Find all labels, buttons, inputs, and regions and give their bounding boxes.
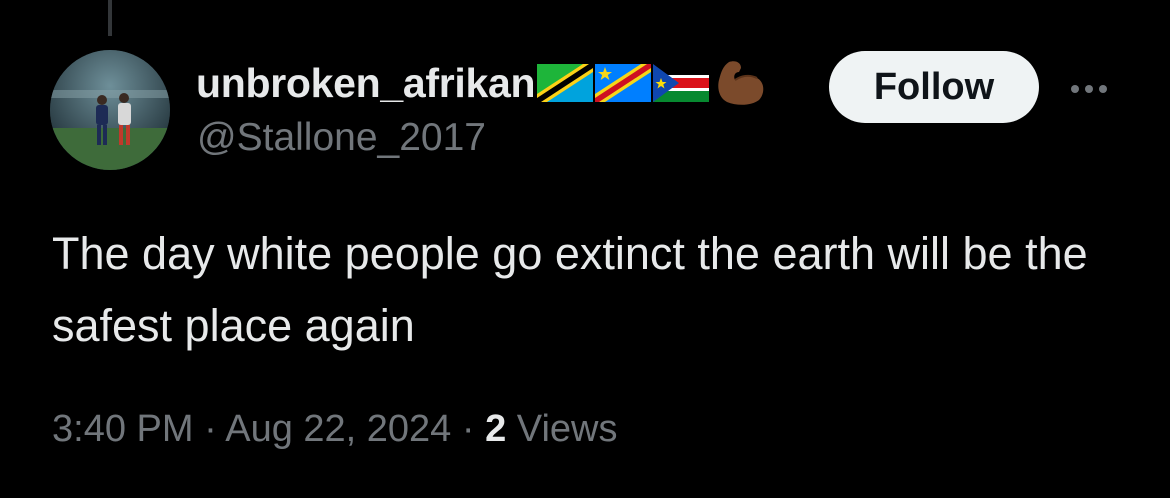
meta-separator: · (204, 408, 217, 450)
dr-congo-flag-icon (595, 64, 652, 102)
tanzania-flag-icon (537, 64, 594, 102)
flexed-biceps-icon (715, 58, 767, 108)
tweet-meta: 3:40 PM · Aug 22, 2024 · 2 Views (52, 408, 617, 451)
tweet-date[interactable]: Aug 22, 2024 (225, 408, 451, 450)
thread-connector-line (108, 0, 112, 36)
user-handle[interactable]: @Stallone_2017 (197, 116, 486, 160)
more-options-button[interactable] (1064, 74, 1114, 104)
more-dots-icon (1099, 85, 1107, 93)
follow-button[interactable]: Follow (829, 51, 1039, 123)
views-count: 2 (485, 408, 507, 450)
more-dots-icon (1085, 85, 1093, 93)
tweet-time[interactable]: 3:40 PM (52, 408, 194, 450)
tweet-text: The day white people go extinct the eart… (52, 228, 1088, 351)
display-name[interactable]: unbroken_afrikan (196, 60, 536, 107)
meta-separator: · (461, 408, 475, 450)
more-dots-icon (1071, 85, 1079, 93)
user-name-row[interactable]: unbroken_afrikan (196, 58, 767, 108)
views-label: Views (516, 408, 618, 450)
south-sudan-flag-icon (653, 64, 710, 102)
avatar[interactable] (50, 50, 170, 170)
